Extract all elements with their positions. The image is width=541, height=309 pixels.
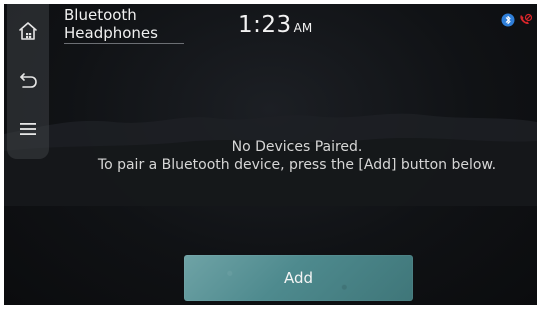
screen: Bluetooth Headphones 1:23 AM No Devices P… (4, 4, 537, 305)
clock-time: 1:23 (238, 12, 292, 38)
phone-status-icon (520, 13, 533, 24)
add-button-label: Add (283, 269, 314, 287)
back-icon (20, 73, 37, 88)
pair-instructions: To pair a Bluetooth device, press the [A… (97, 157, 497, 173)
page-title: Bluetooth Headphones (64, 6, 184, 44)
page-title-line2: Headphones (64, 24, 158, 42)
no-devices-message: No Devices Paired. (231, 139, 363, 155)
page-title-line1: Bluetooth (64, 6, 137, 24)
status-icons (501, 13, 533, 27)
back-button[interactable] (7, 56, 49, 102)
bluetooth-status-icon (501, 13, 515, 27)
clock-ampm: AM (293, 21, 313, 35)
clock: 1:23 AM (238, 12, 312, 38)
home-button[interactable] (7, 8, 49, 54)
sidebar (7, 4, 49, 159)
menu-icon (20, 123, 36, 135)
add-button[interactable]: Add (184, 255, 413, 301)
home-icon (19, 22, 37, 40)
menu-button[interactable] (7, 106, 49, 152)
